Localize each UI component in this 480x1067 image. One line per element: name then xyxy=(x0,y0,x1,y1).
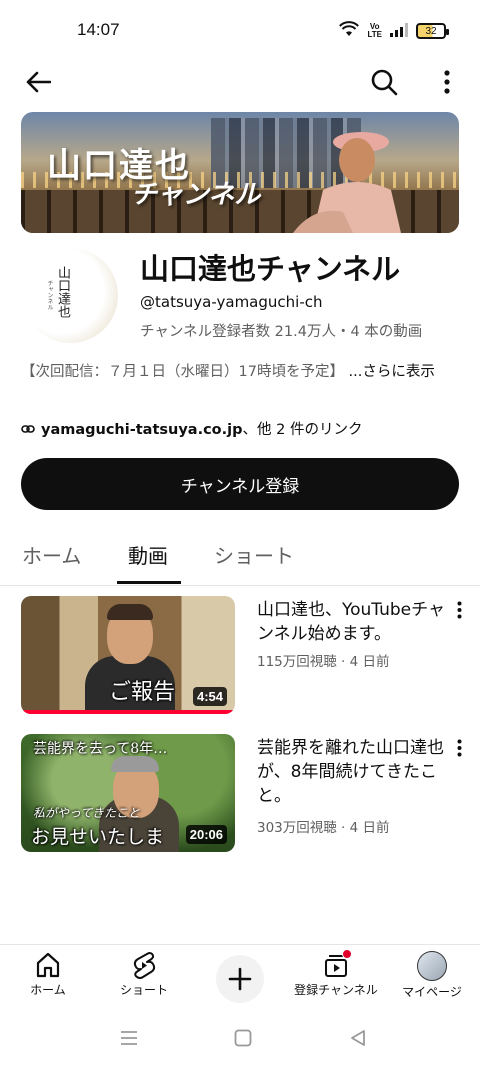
video-thumbnail[interactable]: 芸能界を去って8年… 私がやってきたこと お見せいたしま 20:06 xyxy=(21,734,235,852)
channel-avatar[interactable]: 山口達也 チャンネル xyxy=(23,248,118,343)
recents-button[interactable] xyxy=(117,1026,141,1050)
search-icon xyxy=(371,69,398,96)
nav-subscriptions[interactable]: 登録チャンネル xyxy=(288,949,384,998)
status-time: 14:07 xyxy=(77,20,120,39)
shorts-icon xyxy=(133,952,156,979)
video-item[interactable]: 芸能界を去って8年… 私がやってきたこと お見せいたしま 20:06 芸能界を離… xyxy=(0,734,480,854)
tab-videos[interactable]: 動画 xyxy=(128,540,168,569)
volte-line2: LTE xyxy=(367,30,382,39)
description-text: 【次回配信：７月１日（水曜日）17時頃を予定】 xyxy=(21,364,344,380)
nav-shorts[interactable]: ショート xyxy=(96,951,192,998)
thumb-caption: ご報告 xyxy=(109,680,176,705)
channel-description[interactable]: 【次回配信：７月１日（水曜日）17時頃を予定】 ...さらに表示 xyxy=(21,361,463,384)
video-more-button[interactable] xyxy=(450,598,468,622)
nav-subscriptions-label: 登録チャンネル xyxy=(294,983,378,997)
nav-shorts-label: ショート xyxy=(119,983,168,997)
video-meta: 115万回視聴 · 4 日前 xyxy=(257,654,390,670)
thumb-caption-mid: 私がやってきたこと xyxy=(33,806,141,820)
thumb-caption-bottom: お見せいたしま xyxy=(31,826,165,848)
nav-home-label: ホーム xyxy=(30,983,66,997)
notification-dot xyxy=(342,949,352,959)
channel-links[interactable]: yamaguchi-tatsuya.co.jp、他 2 件のリンク xyxy=(21,418,362,439)
more-vertical-icon xyxy=(457,601,461,619)
video-thumbnail[interactable]: ご報告 4:54 xyxy=(21,596,235,714)
signal-icon xyxy=(390,22,408,41)
thumb-person-cap xyxy=(111,756,159,772)
back-button[interactable] xyxy=(20,64,56,100)
channel-stats: チャンネル登録者数 21.4万人・4 本の動画 xyxy=(140,324,423,340)
triangle-back-icon xyxy=(351,1030,365,1046)
top-bar xyxy=(0,60,480,104)
channel-tabs: ホーム 動画 ショート xyxy=(0,530,480,586)
battery-icon: 32 xyxy=(416,23,449,39)
home-system-button[interactable] xyxy=(231,1026,255,1050)
video-item[interactable]: ご報告 4:54 山口達也、YouTubeチャンネル始めます。 115万回視聴 … xyxy=(0,596,480,716)
system-navigation-bar xyxy=(0,1008,480,1067)
link-rest: 、他 2 件のリンク xyxy=(242,422,363,438)
home-icon xyxy=(36,952,60,978)
channel-name: 山口達也チャンネル xyxy=(140,252,401,286)
active-tab-indicator xyxy=(117,581,181,584)
channel-banner: 山口達也 チャンネル xyxy=(21,112,459,233)
video-more-button[interactable] xyxy=(450,736,468,760)
tab-shorts[interactable]: ショート xyxy=(214,540,294,569)
channel-handle: @tatsuya-yamaguchi-ch xyxy=(140,293,323,311)
more-vertical-icon xyxy=(457,739,461,757)
search-button[interactable] xyxy=(366,64,402,100)
more-options-button[interactable] xyxy=(432,64,462,100)
create-button[interactable] xyxy=(216,955,264,1003)
subscriptions-icon-wrap xyxy=(322,949,352,979)
status-icons: Vo LTE 32 xyxy=(339,20,449,42)
back-system-button[interactable] xyxy=(346,1026,370,1050)
square-icon xyxy=(234,1029,252,1047)
nav-my-page-label: マイページ xyxy=(402,985,462,999)
bottom-navigation: ホーム ショート 登録チャンネル マイページ xyxy=(0,944,480,1008)
video-duration: 4:54 xyxy=(192,687,227,706)
video-title[interactable]: 山口達也、YouTubeチャンネル始めます。 xyxy=(257,598,447,646)
video-duration: 20:06 xyxy=(185,825,227,844)
volte-icon: Vo LTE xyxy=(367,23,382,39)
status-bar: 14:07 Vo LTE 32 xyxy=(0,0,480,60)
avatar-text: 山口達也 xyxy=(55,266,70,318)
battery-level: 32 xyxy=(425,25,437,37)
video-title[interactable]: 芸能界を離れた山口達也が、8年間続けてきたこと。 xyxy=(257,736,447,808)
wifi-icon xyxy=(339,21,360,41)
more-vertical-icon xyxy=(444,70,450,94)
link-icon xyxy=(21,424,35,433)
avatar-subtext: チャンネル xyxy=(46,280,53,310)
show-more-link[interactable]: ...さらに表示 xyxy=(344,364,435,380)
banner-person-image xyxy=(293,132,401,233)
watch-progress-bar xyxy=(21,710,235,714)
nav-my-page[interactable]: マイページ xyxy=(384,951,480,1000)
subscribe-button[interactable]: チャンネル登録 xyxy=(21,458,459,510)
avatar xyxy=(417,951,447,981)
banner-subtitle: チャンネル xyxy=(131,180,261,210)
link-url[interactable]: yamaguchi-tatsuya.co.jp xyxy=(41,422,243,438)
thumb-caption-top: 芸能界を去って8年… xyxy=(33,741,168,757)
thumb-person-hair xyxy=(107,604,153,620)
tab-home[interactable]: ホーム xyxy=(22,540,81,569)
video-meta: 303万回視聴 · 4 日前 xyxy=(257,820,390,836)
back-arrow-icon xyxy=(26,71,51,93)
nav-home[interactable]: ホーム xyxy=(0,951,96,998)
plus-icon xyxy=(228,967,252,991)
menu-icon xyxy=(121,1031,137,1045)
